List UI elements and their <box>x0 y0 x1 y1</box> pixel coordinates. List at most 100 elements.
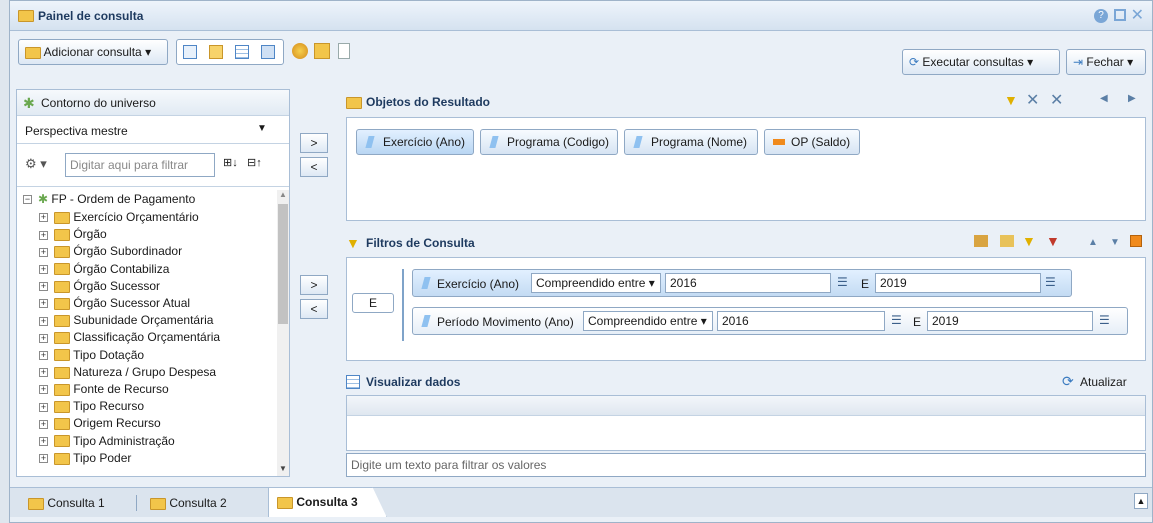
result-object[interactable]: Programa (Nome) <box>624 129 758 155</box>
operator-select[interactable]: Compreendido entre ▾ <box>531 273 661 293</box>
tree-folder-item[interactable]: + Subunidade Orçamentária <box>39 313 213 329</box>
tree-folder-item[interactable]: + Exercício Orçamentário <box>39 210 199 226</box>
tree-folder-item[interactable]: + Origem Recurso <box>39 416 161 432</box>
expand-node-icon[interactable]: + <box>39 264 48 274</box>
tree-item-label: Tipo Recurso <box>73 399 145 414</box>
tree-folder-item[interactable]: + Tipo Administração <box>39 434 175 450</box>
run-queries-button[interactable]: ⟳ Executar consultas ▾ <box>902 49 1060 75</box>
layout-icon[interactable] <box>183 45 197 59</box>
expand-node-icon[interactable]: + <box>39 213 48 223</box>
tree-folder-item[interactable]: + Órgão <box>39 227 107 243</box>
grid-icon[interactable] <box>235 45 249 59</box>
scroll-up-icon[interactable]: ▲ <box>279 190 287 199</box>
expand-node-icon[interactable]: + <box>39 247 48 257</box>
expand-node-icon[interactable]: + <box>39 454 48 464</box>
tab-query-2[interactable]: Consulta 2 <box>150 490 227 516</box>
filter-row[interactable]: Período Movimento (Ano) Compreendido ent… <box>412 307 1128 335</box>
value-filter-input[interactable]: Digite um texto para filtrar os valores <box>346 453 1146 477</box>
expand-node-icon[interactable]: + <box>39 385 48 395</box>
tree-folder-item[interactable]: + Órgão Subordinador <box>39 244 182 260</box>
scroll-down-icon[interactable]: ▼ <box>279 464 287 473</box>
add-filter-icon[interactable]: ▼ <box>1004 92 1018 108</box>
close-window-icon[interactable]: ✕ <box>1131 5 1144 25</box>
tree-item-label: Órgão Sucessor Atual <box>73 296 191 310</box>
filter-operator-button[interactable]: E <box>352 293 394 313</box>
expand-all-icon[interactable]: ⊞↓ <box>223 156 238 169</box>
tree-folder-item[interactable]: + Tipo Recurso <box>39 399 144 415</box>
query-panel-window: Painel de consulta ? ✕ Adicionar consult… <box>9 0 1153 523</box>
remove-filter-icon[interactable]: ▼ <box>1046 233 1060 249</box>
add-to-results-button[interactable]: > <box>300 133 328 153</box>
tree-folder-item[interactable]: + Fonte de Recurso <box>39 382 169 398</box>
collapse-node-icon[interactable]: − <box>23 195 32 205</box>
expand-node-icon[interactable]: + <box>39 230 48 240</box>
edit-properties-icon[interactable] <box>314 43 330 59</box>
tree-folder-item[interactable]: + Tipo Poder <box>39 451 131 467</box>
close-button[interactable]: ⇥ Fechar ▾ <box>1066 49 1146 75</box>
scrollbar-thumb[interactable] <box>278 204 288 324</box>
document-icon[interactable] <box>338 43 350 59</box>
properties-icon[interactable] <box>209 45 223 59</box>
tree-scrollbar[interactable]: ▲ ▼ <box>277 190 289 476</box>
scroll-right-icon[interactable]: ▶ <box>1128 93 1136 104</box>
tree-folder-item[interactable]: + Natureza / Grupo Despesa <box>39 365 216 381</box>
result-object[interactable]: Programa (Codigo) <box>480 129 618 155</box>
filter-object-label: Exercício (Ano) <box>437 277 520 291</box>
remove-all-icon[interactable]: ✕ <box>1050 90 1063 110</box>
remove-icon[interactable]: ✕ <box>1026 90 1039 110</box>
collapse-all-icon[interactable]: ⊟↑ <box>247 156 262 169</box>
predefined-filter-icon[interactable] <box>974 235 988 247</box>
remove-from-results-button[interactable]: < <box>300 157 328 177</box>
expand-node-icon[interactable]: + <box>39 368 48 378</box>
scroll-left-icon[interactable]: ◀ <box>1100 93 1108 104</box>
expand-node-icon[interactable]: + <box>39 350 48 360</box>
move-down-icon[interactable]: ▼ <box>1110 237 1120 248</box>
expand-node-icon[interactable]: + <box>39 333 48 343</box>
perspective-select[interactable]: Perspectiva mestre ▼ <box>17 118 289 144</box>
value-list-icon[interactable]: ☰ <box>1099 313 1110 327</box>
tree-folder-item[interactable]: + Órgão Contabiliza <box>39 262 169 278</box>
filter-from-input[interactable]: 2016 <box>717 311 885 331</box>
filter-to-input[interactable]: 2019 <box>875 273 1041 293</box>
expand-node-icon[interactable]: + <box>39 419 48 429</box>
result-object[interactable]: Exercício (Ano) <box>356 129 474 155</box>
tree-folder-item[interactable]: + Tipo Dotação <box>39 348 144 364</box>
move-up-icon[interactable]: ▲ <box>1088 237 1098 248</box>
refresh-button[interactable]: Atualizar <box>1080 375 1127 389</box>
add-subfilter-icon[interactable]: ▼ <box>1022 233 1036 249</box>
tree-folder-item[interactable]: + Órgão Sucessor Atual <box>39 296 190 312</box>
result-object[interactable]: OP (Saldo) <box>764 129 860 155</box>
universe-filter-input[interactable]: Digitar aqui para filtrar <box>65 153 215 177</box>
value-list-icon[interactable]: ☰ <box>837 275 848 289</box>
outline-icon[interactable] <box>1130 235 1142 247</box>
filter-to-input[interactable]: 2019 <box>927 311 1093 331</box>
filter-properties-icon[interactable] <box>1000 235 1014 247</box>
expand-node-icon[interactable]: + <box>39 282 48 292</box>
add-to-filters-button[interactable]: > <box>300 275 328 295</box>
refresh-icon[interactable]: ⟳ <box>1062 373 1074 390</box>
value-list-icon[interactable]: ☰ <box>891 313 902 327</box>
tab-query-1[interactable]: Consulta 1 <box>28 490 105 516</box>
expand-node-icon[interactable]: + <box>39 402 48 412</box>
data-preview-icon[interactable] <box>261 45 275 59</box>
filter-options-icon[interactable]: ⚙ ▾ <box>25 156 47 172</box>
value-list-icon[interactable]: ☰ <box>1045 275 1056 289</box>
tab-scroll-up-icon[interactable]: ▲ <box>1134 493 1148 509</box>
tree-folder-item[interactable]: + Órgão Sucessor <box>39 279 160 295</box>
expand-node-icon[interactable]: + <box>39 299 48 309</box>
filter-from-input[interactable]: 2016 <box>665 273 831 293</box>
tree-folder-item[interactable]: + Classificação Orçamentária <box>39 330 220 346</box>
sql-icon[interactable] <box>292 43 308 59</box>
expand-node-icon[interactable]: + <box>39 316 48 326</box>
remove-from-filters-button[interactable]: < <box>300 299 328 319</box>
expand-node-icon[interactable]: + <box>39 436 48 446</box>
help-icon[interactable]: ? <box>1094 9 1108 23</box>
filter-row[interactable]: Exercício (Ano) Compreendido entre ▾ 201… <box>412 269 1072 297</box>
tab-query-3[interactable]: Consulta 3 <box>268 487 387 517</box>
tree-root[interactable]: − ✱ FP - Ordem de Pagamento <box>23 192 195 208</box>
add-query-button[interactable]: Adicionar consulta ▾ <box>18 39 168 65</box>
filter-icon: ▼ <box>346 235 360 251</box>
operator-select[interactable]: Compreendido entre ▾ <box>583 311 713 331</box>
maximize-icon[interactable] <box>1114 9 1126 21</box>
tab-label: Consulta 1 <box>47 496 105 510</box>
